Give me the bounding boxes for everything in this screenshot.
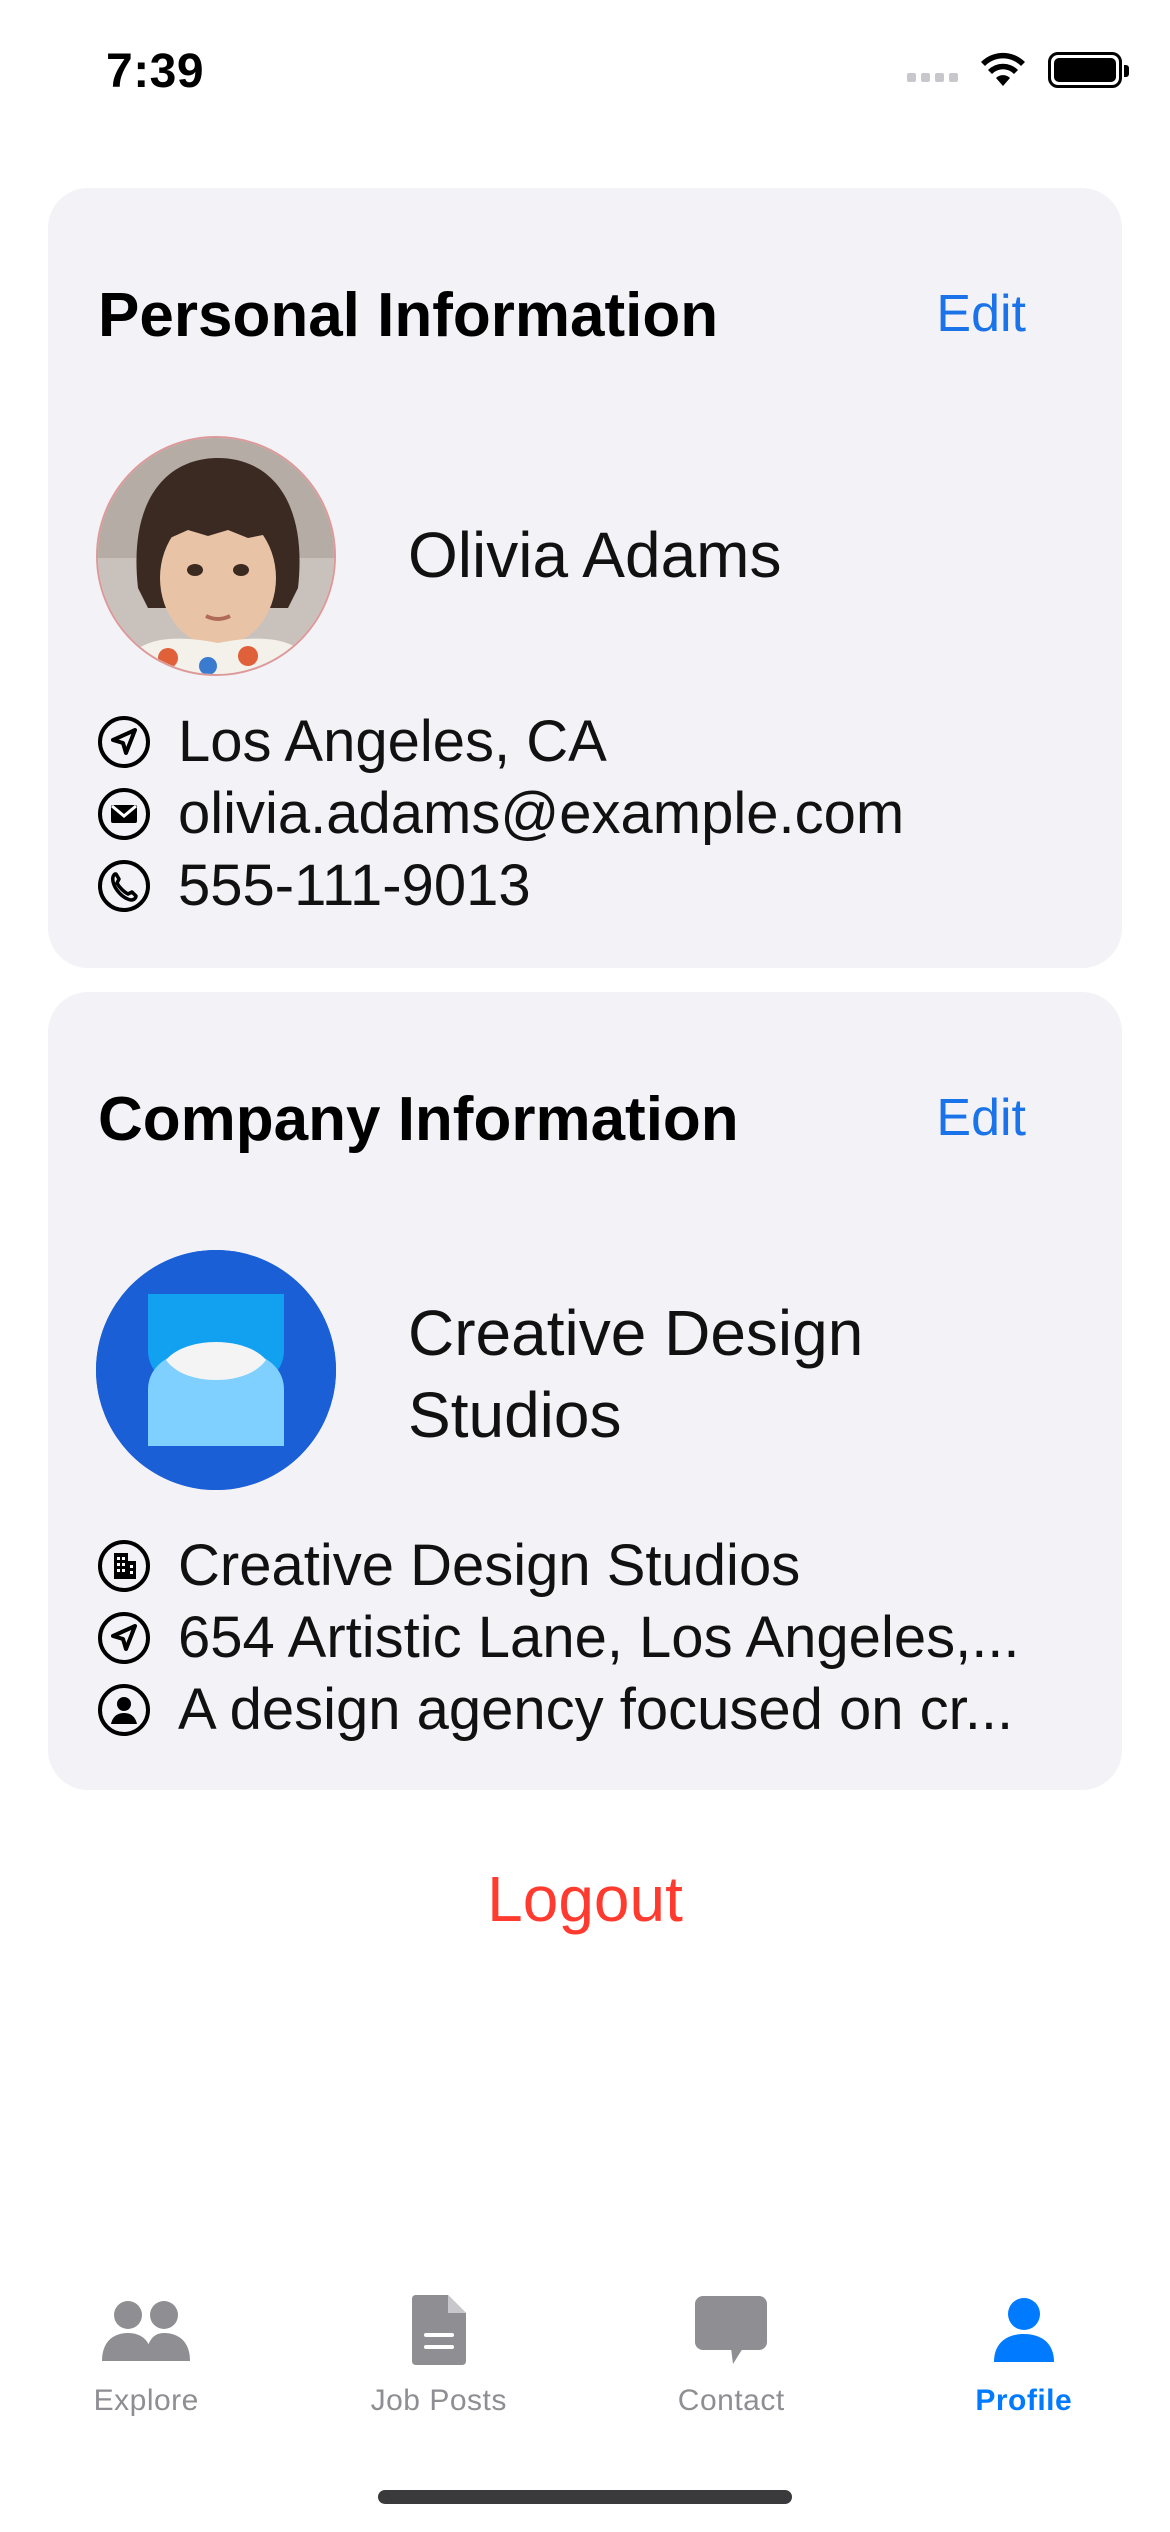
company-name-heading: Creative Design Studios — [408, 1297, 864, 1451]
user-name: Olivia Adams — [408, 519, 782, 591]
person-circle-icon — [96, 1682, 152, 1738]
phone-text: 555-111-9013 — [178, 853, 531, 918]
status-time: 7:39 — [106, 45, 205, 98]
person-icon — [992, 2290, 1056, 2370]
phone-icon — [96, 858, 152, 914]
tab-profile[interactable]: Profile — [878, 2290, 1170, 2470]
home-indicator[interactable] — [378, 2490, 792, 2504]
location-arrow-icon — [96, 714, 152, 770]
wifi-icon — [981, 52, 1025, 86]
email-row: olivia.adams@example.com — [96, 780, 1086, 847]
company-information-title: Company Information — [98, 1085, 739, 1154]
tab-explore[interactable]: Explore — [0, 2290, 293, 2470]
logout-button[interactable]: Logout — [0, 1862, 1170, 1936]
company-address-text: 654 Artistic Lane, Los Angeles,... — [178, 1605, 1020, 1670]
personal-information-card: Personal Information Edit Olivia Adams L… — [48, 188, 1122, 968]
tab-label: Explore — [93, 2384, 199, 2417]
building-icon — [96, 1538, 152, 1594]
company-description-text: A design agency focused on cr... — [178, 1677, 1014, 1742]
cellular-signal-icon — [907, 58, 958, 82]
tab-bar: Explore Job Posts Contact Profile — [0, 2290, 1170, 2470]
people-icon — [98, 2290, 194, 2370]
status-bar: 7:39 — [0, 0, 1170, 150]
status-icons — [907, 52, 1129, 88]
tab-label: Profile — [975, 2384, 1073, 2417]
phone-row: 555-111-9013 — [96, 852, 1086, 919]
chat-bubble-icon — [693, 2290, 769, 2370]
personal-information-title: Personal Information — [98, 281, 719, 350]
avatar-photo — [98, 438, 334, 674]
email-text: olivia.adams@example.com — [178, 781, 905, 846]
edit-company-button[interactable]: Edit — [936, 1088, 1026, 1148]
company-name-row: Creative Design Studios — [96, 1532, 1086, 1599]
company-description-row: A design agency focused on cr... — [96, 1676, 1086, 1743]
location-text: Los Angeles, CA — [178, 709, 607, 774]
company-logo — [96, 1250, 336, 1490]
avatar — [96, 436, 336, 676]
battery-icon — [1048, 52, 1129, 88]
company-address-row: 654 Artistic Lane, Los Angeles,... — [96, 1604, 1086, 1671]
hourglass-logo-icon — [96, 1250, 336, 1490]
tab-contact[interactable]: Contact — [585, 2290, 878, 2470]
location-row: Los Angeles, CA — [96, 708, 1086, 775]
tab-label: Job Posts — [370, 2384, 507, 2417]
tab-job-posts[interactable]: Job Posts — [293, 2290, 586, 2470]
envelope-icon — [96, 786, 152, 842]
tab-label: Contact — [677, 2384, 785, 2417]
company-name-text: Creative Design Studios — [178, 1533, 801, 1598]
document-icon — [410, 2290, 468, 2370]
location-arrow-icon — [96, 1610, 152, 1666]
edit-personal-button[interactable]: Edit — [936, 284, 1026, 344]
company-information-card: Company Information Edit Creative Design… — [48, 992, 1122, 1790]
